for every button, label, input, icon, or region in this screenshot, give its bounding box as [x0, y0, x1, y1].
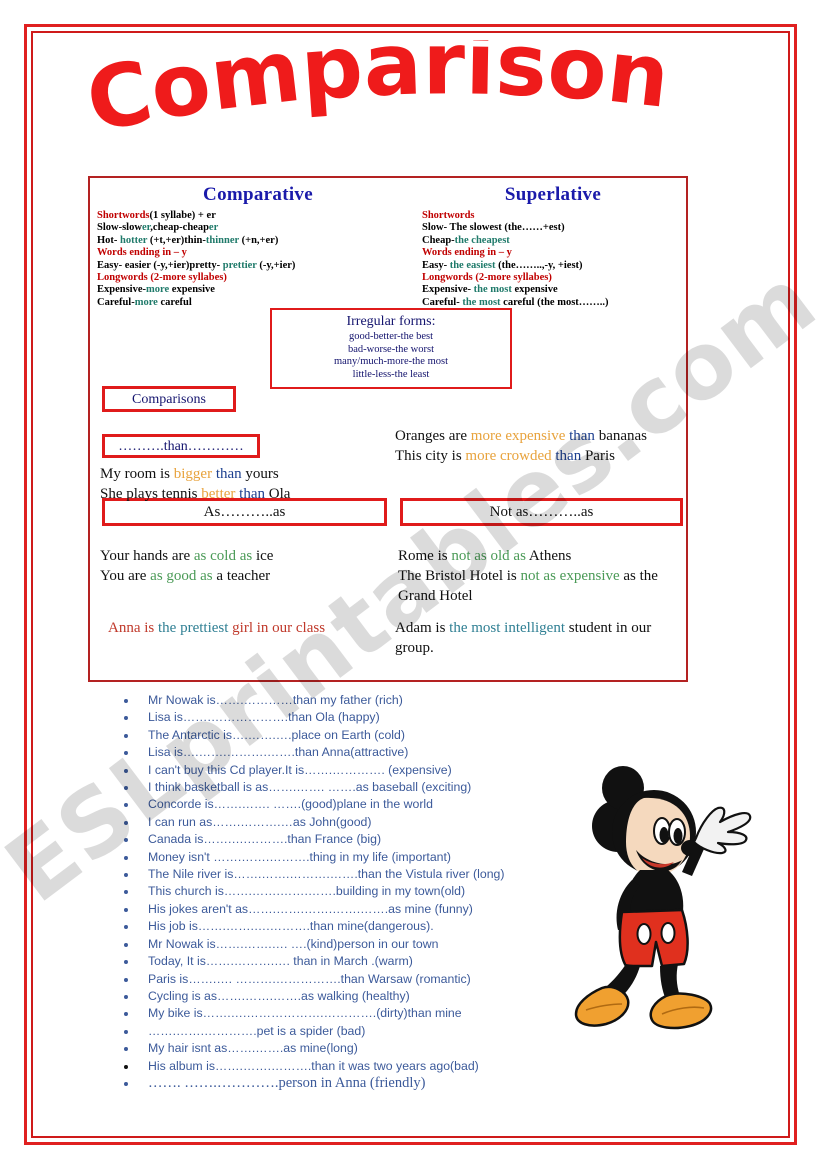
- list-item: Mr Nowak is…….…….…. ….(kind)person in ou…: [112, 936, 582, 953]
- label-not-as-as-pattern: Not as………..as: [400, 498, 683, 526]
- list-item: Mr Nowak is…….…………than my father (rich): [112, 692, 582, 709]
- list-item: Lisa is…….……………….than Ola (happy): [112, 709, 582, 726]
- list-item: Today, It is…….……….…. than in March .(wa…: [112, 953, 582, 970]
- comparative-column: Comparative Shortwords(1 syllabe) + er S…: [97, 184, 419, 309]
- list-item: Lisa is….…….……….…….than Anna(attractive): [112, 744, 582, 761]
- exercise-list: Mr Nowak is…….…………than my father (rich) …: [112, 692, 582, 1092]
- list-item: I can run as…….……….…as John(good): [112, 814, 582, 831]
- list-item: Paris is…….…. ……….…………….than Warsaw (rom…: [112, 971, 582, 988]
- list-item: Cycling is as…….…….…….as walking (health…: [112, 988, 582, 1005]
- example-than-left: My room is bigger than yours She plays t…: [100, 466, 291, 502]
- list-item: I think basketball is as…….……. …….as bas…: [112, 779, 582, 796]
- superlative-rules: Shortwords Slow- The slowest (the……+est)…: [422, 210, 609, 308]
- superlative-heading: Superlative: [504, 184, 602, 205]
- example-as-as: Your hands are as cold as ice You are as…: [100, 548, 274, 584]
- list-item: …….…….………….pet is a spider (bad): [112, 1023, 582, 1040]
- example-superlative-right: Adam is the most intelligent student in …: [395, 620, 652, 656]
- mickey-mouse-image: [556, 752, 756, 1032]
- list-item: Concorde is…….……. …….(good)plane in the …: [112, 796, 582, 813]
- svg-text:Comparisons: Comparisons: [80, 40, 674, 152]
- list-item: The Antarctic is….…….….place on Earth (c…: [112, 727, 582, 744]
- irregular-line: many/much-more-the most: [333, 356, 448, 367]
- irregular-line: little-less-the least: [352, 368, 430, 380]
- list-item: I can't buy this Cd player.It is…….………….…: [112, 762, 582, 779]
- comparative-heading: Comparative: [203, 184, 313, 205]
- list-item: Money isn't …….…….……….thing in my life (…: [112, 849, 582, 866]
- label-than-pattern: ……….than…………: [102, 434, 260, 458]
- example-superlative-left: Anna is the prettiest girl in our class: [108, 620, 326, 636]
- irregular-line: bad-worse-the worst: [347, 343, 434, 355]
- list-item: His jokes aren't as…….…….…….…….…….as min…: [112, 901, 582, 918]
- list-item: This church is…….…….…….…….building in my…: [112, 883, 582, 900]
- page-title: Comparisons: [80, 40, 700, 160]
- list-item: ……. …….………….person in Anna (friendly): [112, 1075, 582, 1092]
- irregular-line: good-better-the best: [348, 331, 434, 342]
- label-comparisons: Comparisons: [102, 386, 236, 412]
- list-item: His job is…….…….….……….than mine(dangerou…: [112, 918, 582, 935]
- irregular-forms-box: Irregular forms: good-better-the best ba…: [270, 308, 512, 389]
- irregular-heading: Irregular forms:: [346, 314, 436, 329]
- list-item: Canada is…….….……….than France (big): [112, 831, 582, 848]
- example-than-right: Oranges are more expensive than bananas …: [395, 428, 647, 464]
- list-item: My hair isnt as…….…….as mine(long): [112, 1040, 582, 1057]
- worksheet-page: Comparisons Comparative Shortwords(1 syl…: [0, 0, 821, 1169]
- rule-keyword: Shortwords: [97, 210, 150, 221]
- grammar-box: Comparative Shortwords(1 syllabe) + er S…: [88, 176, 688, 682]
- comparative-rules: Shortwords(1 syllabe) + er Slow-slower,c…: [97, 210, 296, 308]
- superlative-column: Superlative Shortwords Slow- The slowest…: [422, 184, 684, 309]
- list-item: The Nile river is…….…….……….…….than the V…: [112, 866, 582, 883]
- list-item: His album is…….…….……….than it was two ye…: [112, 1058, 582, 1075]
- list-item: My bike is…….….……………….………….(dirty)than m…: [112, 1005, 582, 1022]
- example-not-as-as: Rome is not as old as Athens The Bristol…: [398, 548, 658, 604]
- page-title-text: Comparisons: [80, 40, 674, 152]
